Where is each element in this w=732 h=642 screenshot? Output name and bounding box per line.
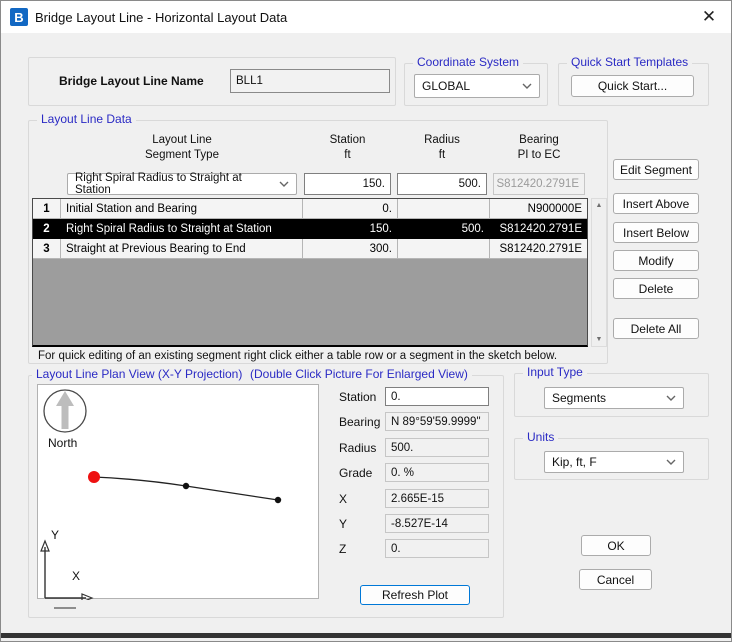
chevron-down-icon — [666, 395, 676, 401]
bearing-display: S812420.2791E — [493, 173, 585, 195]
table-row[interactable]: 1 Initial Station and Bearing 0. N900000… — [33, 199, 587, 219]
coordinate-system-title: Coordinate System — [413, 55, 523, 69]
modify-button[interactable]: Modify — [613, 250, 699, 271]
units-title: Units — [523, 430, 558, 444]
bridge-layout-line-name-label: Bridge Layout Line Name — [59, 74, 204, 88]
axis-x-label: X — [72, 569, 80, 583]
radius-readout: 500. — [385, 438, 489, 457]
segment-type-value: Right Spiral Radius to Straight at Stati… — [75, 172, 275, 196]
quick-start-group: Quick Start Templates Quick Start... — [558, 63, 709, 106]
table-row[interactable]: 3 Straight at Previous Bearing to End 30… — [33, 239, 587, 259]
quick-start-button[interactable]: Quick Start... — [571, 75, 694, 97]
segments-table: 1 Initial Station and Bearing 0. N900000… — [32, 198, 588, 347]
name-group: Bridge Layout Line Name BLL1 — [28, 57, 396, 106]
insert-above-button[interactable]: Insert Above — [613, 193, 699, 214]
bearing-label: Bearing — [339, 415, 380, 429]
coordinate-system-dropdown[interactable]: GLOBAL — [414, 74, 540, 98]
start-point — [88, 471, 100, 483]
input-type-dropdown[interactable]: Segments — [544, 387, 684, 409]
plot-scroll-dash — [54, 607, 76, 609]
app-icon: B — [10, 8, 28, 26]
coordinate-system-value: GLOBAL — [422, 79, 470, 93]
y-readout: -8.527E-14 — [385, 514, 489, 533]
plan-view-plot[interactable]: North Y X — [37, 384, 319, 599]
layout-line-data-group: Layout Line Data Layout Line Segment Typ… — [28, 120, 608, 364]
layout-line-data-title: Layout Line Data — [37, 112, 136, 126]
title-bar: B Bridge Layout Line - Horizontal Layout… — [1, 1, 731, 33]
scroll-down-icon[interactable]: ▼ — [592, 336, 606, 343]
grade-readout: 0. % — [385, 463, 489, 482]
input-type-title: Input Type — [523, 365, 587, 379]
window-title: Bridge Layout Line - Horizontal Layout D… — [35, 1, 287, 33]
plan-view-sketch — [38, 385, 320, 600]
radius-edit-input[interactable]: 500. — [397, 173, 487, 195]
refresh-plot-button[interactable]: Refresh Plot — [360, 585, 470, 605]
input-type-value: Segments — [552, 391, 606, 405]
north-label: North — [48, 436, 77, 450]
table-scrollbar[interactable]: ▲ ▼ — [591, 198, 607, 347]
chevron-down-icon — [279, 181, 289, 187]
plan-view-title: Layout Line Plan View (X-Y Projection) — [32, 367, 246, 381]
delete-button[interactable]: Delete — [613, 278, 699, 299]
units-value: Kip, ft, F — [552, 455, 597, 469]
end-point — [275, 497, 281, 503]
coordinate-system-group: Coordinate System GLOBAL — [404, 63, 548, 106]
grade-label: Grade — [339, 466, 372, 480]
radius-label: Radius — [339, 441, 376, 455]
plan-view-subtitle: (Double Click Picture For Enlarged View) — [246, 367, 472, 381]
z-readout: 0. — [385, 539, 489, 558]
units-dropdown[interactable]: Kip, ft, F — [544, 451, 684, 473]
edit-segment-button[interactable]: Edit Segment — [613, 159, 699, 180]
chevron-down-icon — [522, 83, 532, 89]
station-edit-input[interactable]: 150. — [304, 173, 391, 195]
dialog-window: B Bridge Layout Line - Horizontal Layout… — [0, 0, 732, 642]
ok-button[interactable]: OK — [581, 535, 651, 556]
mid-point — [183, 483, 189, 489]
plan-view-group: Layout Line Plan View (X-Y Projection) (… — [28, 375, 504, 618]
insert-below-button[interactable]: Insert Below — [613, 222, 699, 243]
bridge-layout-line-name-input[interactable]: BLL1 — [230, 69, 390, 93]
axis-y-label: Y — [51, 528, 59, 542]
column-header-station: Station ft — [304, 133, 391, 163]
input-type-group: Input Type Segments — [514, 373, 709, 417]
segment-type-dropdown[interactable]: Right Spiral Radius to Straight at Stati… — [67, 173, 297, 195]
z-label: Z — [339, 542, 346, 556]
delete-all-button[interactable]: Delete All — [613, 318, 699, 339]
close-icon[interactable]: ✕ — [695, 5, 723, 29]
units-group: Units Kip, ft, F — [514, 438, 709, 480]
column-header-segment-type: Layout Line Segment Type — [67, 133, 297, 163]
window-bottom-edge — [1, 633, 731, 638]
y-label: Y — [339, 517, 347, 531]
chevron-down-icon — [666, 459, 676, 465]
table-row-selected[interactable]: 2 Right Spiral Radius to Straight at Sta… — [33, 219, 587, 239]
column-header-bearing: Bearing PI to EC — [493, 133, 585, 163]
cancel-button[interactable]: Cancel — [579, 569, 652, 590]
quick-start-title: Quick Start Templates — [567, 55, 692, 69]
bearing-readout: N 89°59'59.9999" — [385, 412, 489, 431]
x-label: X — [339, 492, 347, 506]
column-header-radius: Radius ft — [397, 133, 487, 163]
station-label: Station — [339, 390, 376, 404]
station-readout-input[interactable]: 0. — [385, 387, 489, 406]
x-readout: 2.665E-15 — [385, 489, 489, 508]
quick-edit-hint: For quick editing of an existing segment… — [38, 350, 557, 362]
scroll-up-icon[interactable]: ▲ — [592, 202, 606, 209]
